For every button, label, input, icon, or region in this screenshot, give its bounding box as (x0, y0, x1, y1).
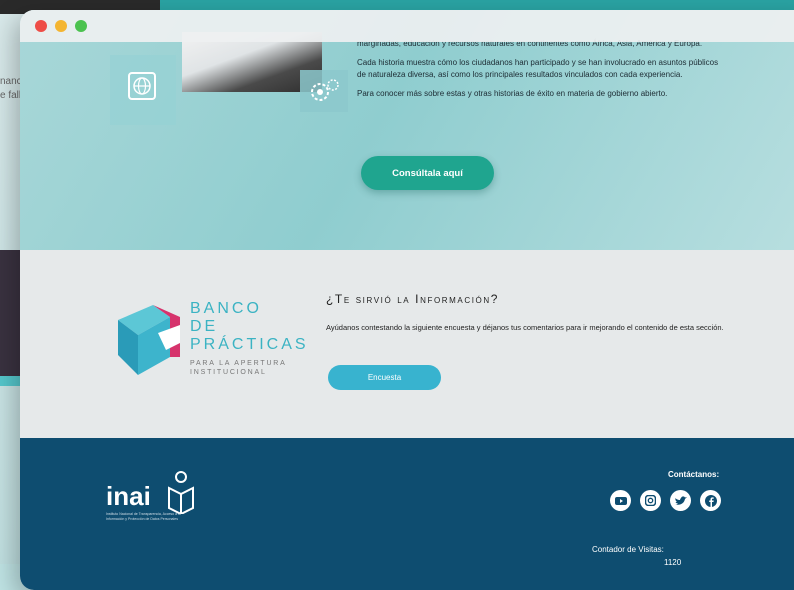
instagram-icon[interactable] (640, 490, 661, 511)
window-titlebar (20, 10, 794, 42)
consult-button[interactable]: Consúltala aquí (361, 156, 494, 190)
decorative-tile (300, 70, 348, 112)
globe-icon (128, 72, 156, 100)
logo-subtitle: PARA LA APERTURA INSTITUCIONAL (190, 360, 287, 376)
hero-paragraph: Cada historia muestra cómo los ciudadano… (357, 58, 719, 79)
visit-counter-value: 1120 (664, 558, 682, 567)
contact-label: Contáctanos: (668, 470, 720, 479)
survey-section: BANCO DE PRÁCTICAS PARA LA APERTURA INST… (20, 250, 794, 438)
book-person-icon (168, 471, 194, 514)
background-band (160, 0, 794, 10)
youtube-icon[interactable] (610, 490, 631, 511)
visit-counter-label: Contador de Visitas: (592, 545, 664, 554)
site-footer: inai Instituto Nacional de Transparencia… (20, 438, 794, 590)
banco-practicas-logo: BANCO DE PRÁCTICAS PARA LA APERTURA INST… (108, 295, 328, 385)
inai-logo[interactable]: inai Instituto Nacional de Transparencia… (106, 471, 206, 526)
survey-title: ¿Te sirvió la Información? (326, 292, 500, 306)
inai-logo-subtitle: Instituto Nacional de Transparencia, Acc… (106, 512, 181, 521)
cube-icon (118, 305, 180, 375)
inai-logo-text: inai (106, 481, 151, 511)
maximize-window-button[interactable] (75, 20, 87, 32)
hero-section: marginadas, educación y recursos natural… (20, 10, 794, 250)
decorative-tile (110, 55, 176, 125)
hero-paragraph: Para conocer más sobre estas y otras his… (357, 89, 668, 98)
twitter-icon[interactable] (670, 490, 691, 511)
gears-icon (311, 79, 339, 101)
minimize-window-button[interactable] (55, 20, 67, 32)
browser-window: marginadas, educación y recursos natural… (20, 10, 794, 590)
social-links (610, 490, 721, 511)
facebook-icon[interactable] (700, 490, 721, 511)
survey-description: Ayúdanos contestando la siguiente encues… (326, 323, 724, 332)
survey-button[interactable]: Encuesta (328, 365, 441, 390)
hero-text: marginadas, educación y recursos natural… (357, 38, 727, 107)
close-window-button[interactable] (35, 20, 47, 32)
logo-title: BANCO DE PRÁCTICAS (190, 300, 309, 353)
